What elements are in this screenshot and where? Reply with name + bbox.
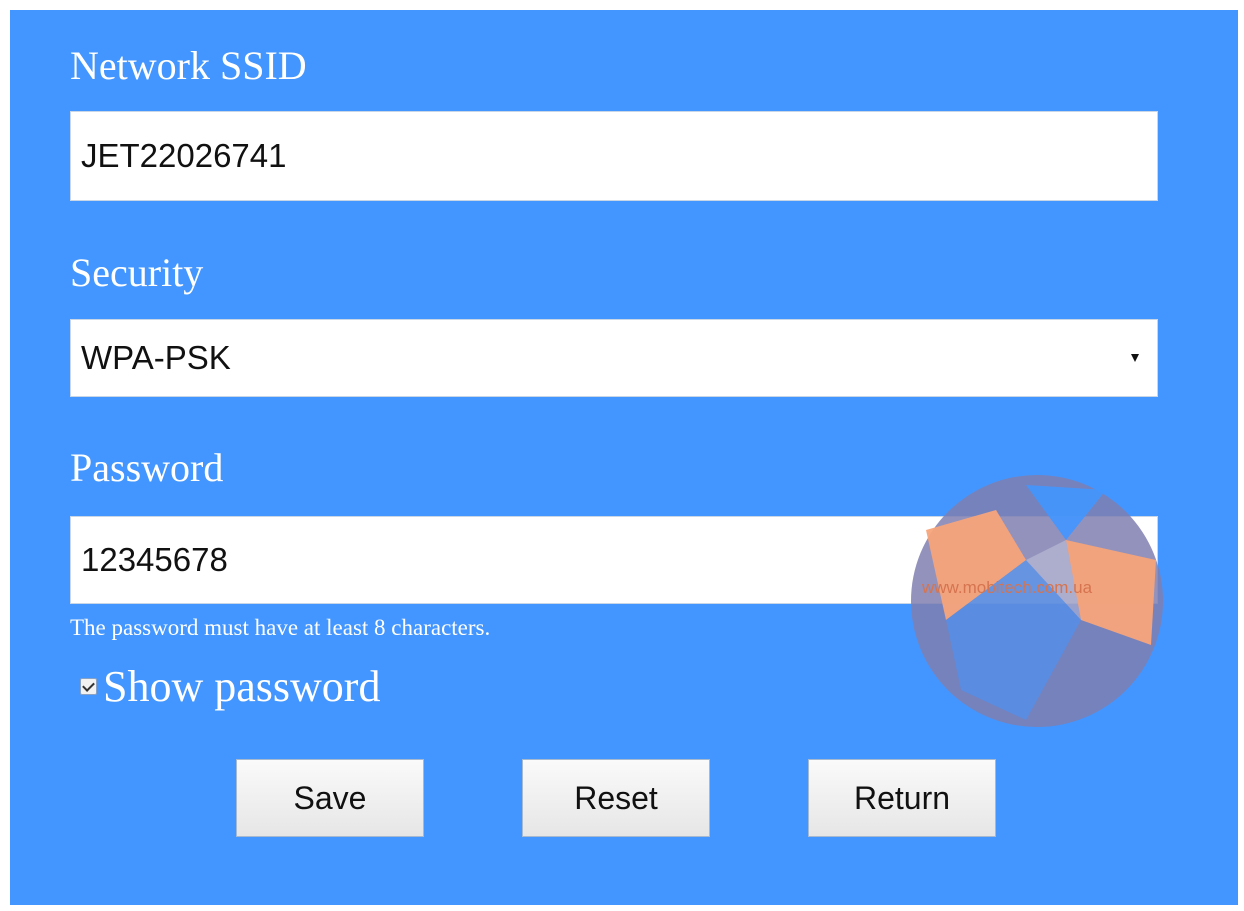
- ssid-input[interactable]: [70, 111, 1158, 201]
- show-password-checkbox[interactable]: [80, 678, 97, 695]
- settings-panel: Network SSID Security WPA-PSK Password T…: [10, 10, 1238, 905]
- ssid-label: Network SSID: [70, 43, 307, 88]
- show-password-label: Show password: [103, 662, 381, 711]
- security-select[interactable]: WPA-PSK: [70, 319, 1158, 397]
- show-password-toggle[interactable]: Show password: [80, 661, 380, 712]
- save-button[interactable]: Save: [236, 759, 424, 837]
- password-hint: The password must have at least 8 charac…: [70, 615, 491, 640]
- password-label: Password: [70, 445, 224, 490]
- return-button[interactable]: Return: [808, 759, 996, 837]
- security-label: Security: [70, 250, 204, 295]
- chevron-down-icon: [1131, 354, 1139, 362]
- security-select-value: WPA-PSK: [81, 339, 231, 376]
- watermark-text: www.mobitech.com.ua: [922, 578, 1093, 597]
- reset-button[interactable]: Reset: [522, 759, 710, 837]
